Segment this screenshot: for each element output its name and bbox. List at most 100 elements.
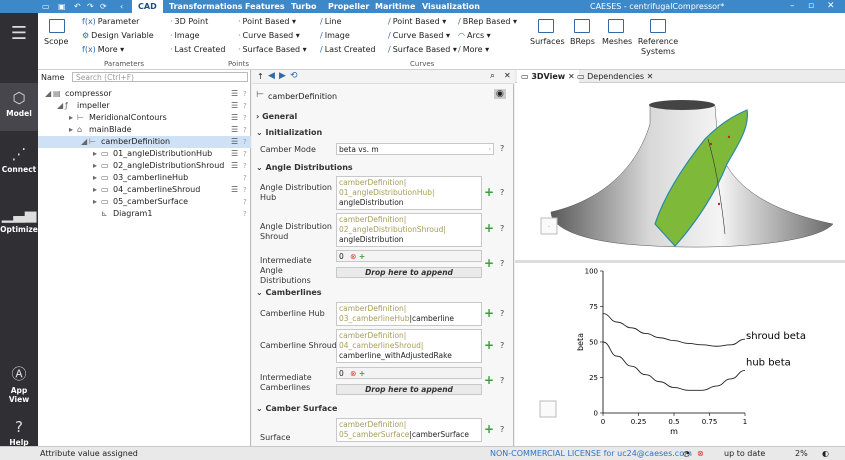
refresh-icon[interactable]: ⟳: [100, 0, 107, 13]
redo-icon[interactable]: ↷: [87, 0, 94, 13]
zoom-level[interactable]: 2%: [795, 447, 808, 460]
section-camberlines[interactable]: ⌄ Camberlines: [256, 288, 322, 297]
adh-field[interactable]: camberDefinition| 01_angleDistributionHu…: [336, 176, 482, 210]
help-icon[interactable]: ?: [243, 196, 247, 208]
add-icon[interactable]: +: [484, 339, 494, 351]
tree-item[interactable]: ◢ ▤ compressor ☰?: [38, 88, 251, 100]
tab-dependencies[interactable]: ▭ Dependencies ✕: [573, 70, 657, 83]
close-tab-icon[interactable]: ✕: [647, 72, 654, 81]
curve-curve-based-button[interactable]: / Curve Based ▾: [388, 31, 450, 41]
curve-point-based-button[interactable]: / Point Based ▾: [388, 17, 446, 27]
tree-item[interactable]: ▸ ▭ 05_camberSurface?: [38, 196, 251, 208]
remove-icon[interactable]: ⊗: [350, 369, 356, 378]
tab-turbo[interactable]: Turbo: [291, 0, 316, 13]
license-text[interactable]: NON-COMMERCIAL LICENSE for uc24@caeses.c…: [490, 447, 692, 460]
help-icon[interactable]: ?: [500, 425, 504, 434]
visibility-icon[interactable]: ◉: [494, 89, 506, 99]
drop-zone-camberlines[interactable]: Drop here to append: [336, 384, 482, 395]
section-camber-surface[interactable]: ⌄ Camber Surface: [256, 404, 337, 413]
brep-based-button[interactable]: / BRep Based ▾: [458, 17, 517, 27]
search-icon[interactable]: ⌕: [490, 71, 495, 81]
settings-icon[interactable]: ☰: [231, 136, 238, 148]
nav-back-icon[interactable]: ◀: [268, 71, 275, 81]
surface-based-point-button[interactable]: · Surface Based ▾: [238, 45, 307, 55]
minimize-icon[interactable]: –: [790, 0, 795, 13]
curve-surface-based-button[interactable]: / Surface Based ▾: [388, 45, 457, 55]
add-icon[interactable]: +: [359, 252, 365, 261]
curve-based-point-button[interactable]: · Curve Based ▾: [238, 31, 300, 41]
camber-mode-select[interactable]: beta vs. m ·: [336, 143, 494, 155]
tree-item[interactable]: ▸ ▭ 01_angleDistributionHub ☰?: [38, 148, 251, 160]
view-cube[interactable]: ·: [540, 217, 558, 235]
help-icon[interactable]: ?: [243, 136, 247, 148]
help-icon[interactable]: ?: [243, 100, 247, 112]
surface-field[interactable]: camberDefinition| 05_camberSurface|cambe…: [336, 418, 482, 442]
tab-maritime[interactable]: Maritime: [375, 0, 415, 13]
close-panel-icon[interactable]: ✕: [504, 71, 511, 80]
nav-connect[interactable]: ⋰ Connect: [0, 145, 38, 174]
remove-icon[interactable]: ⊗: [350, 252, 356, 261]
drop-zone-angle[interactable]: Drop here to append: [336, 267, 482, 278]
help-icon[interactable]: ?: [243, 112, 247, 124]
breps-button[interactable]: BReps: [568, 17, 596, 47]
point3d-button[interactable]: · 3D Point: [170, 17, 208, 27]
help-icon[interactable]: ?: [243, 124, 247, 136]
tree-item[interactable]: ▸ ▭ 03_camberlineHub?: [38, 172, 251, 184]
help-icon[interactable]: ?: [243, 160, 247, 172]
help-icon[interactable]: ?: [500, 259, 504, 268]
settings-icon[interactable]: ☰: [231, 184, 238, 196]
help-icon[interactable]: ?: [243, 184, 247, 196]
settings-icon[interactable]: ☰: [231, 148, 238, 160]
section-general[interactable]: › General: [256, 112, 297, 121]
help-icon[interactable]: ?: [243, 88, 247, 100]
settings-icon[interactable]: ☰: [231, 124, 238, 136]
point-based-button[interactable]: · Point Based ▾: [238, 17, 296, 27]
help-icon[interactable]: ?: [500, 144, 504, 153]
back-icon[interactable]: ‹: [120, 0, 123, 13]
pin-icon[interactable]: ↑: [257, 72, 264, 81]
surfaces-button[interactable]: Surfaces: [530, 17, 565, 47]
file-icon[interactable]: ▭: [42, 0, 50, 13]
scope-button[interactable]: Scope: [44, 17, 70, 47]
nav-optimize[interactable]: ▁▃▅ Optimize: [0, 205, 38, 234]
add-icon[interactable]: +: [484, 307, 494, 319]
reference-systems-button[interactable]: Reference Systems: [636, 17, 680, 57]
undo-icon[interactable]: ↶: [74, 0, 81, 13]
help-icon[interactable]: ?: [243, 208, 247, 220]
curve-last-created-button[interactable]: / Last Created: [320, 45, 376, 55]
search-input[interactable]: Search (Ctrl+F): [72, 72, 248, 82]
tree-item[interactable]: ⊾ Diagram1?: [38, 208, 251, 220]
help-icon[interactable]: ?: [243, 148, 247, 160]
tree-item[interactable]: ▸ ▭ 02_angleDistributionShroud ☰?: [38, 160, 251, 172]
tab-visualization[interactable]: Visualization: [422, 0, 480, 13]
add-icon[interactable]: +: [484, 374, 494, 386]
settings-icon[interactable]: ☰: [231, 160, 238, 172]
add-icon[interactable]: +: [484, 186, 494, 198]
line-button[interactable]: / Line: [320, 17, 341, 27]
arcs-button[interactable]: ◠ Arcs ▾: [458, 31, 491, 41]
help-icon[interactable]: ?: [500, 341, 504, 350]
parameters-more-button[interactable]: f(x) More ▾: [82, 45, 124, 55]
nav-forward-icon[interactable]: ▶: [279, 71, 286, 81]
tab-cad[interactable]: CAD: [132, 0, 163, 13]
clh-field[interactable]: camberDefinition| 03_camberlineHub|cambe…: [336, 302, 482, 326]
menu-icon[interactable]: ☰: [0, 23, 38, 44]
maximize-icon[interactable]: ▫: [808, 0, 814, 13]
point-last-created-button[interactable]: · Last Created: [170, 45, 225, 55]
help-icon[interactable]: ?: [500, 224, 504, 233]
settings-icon[interactable]: ☰: [231, 112, 238, 124]
add-icon[interactable]: +: [484, 423, 494, 435]
ads-field[interactable]: camberDefinition| 02_angleDistributionSh…: [336, 213, 482, 247]
add-icon[interactable]: +: [484, 257, 494, 269]
curves-more-button[interactable]: / More ▾: [458, 45, 489, 55]
tree-item[interactable]: ▸ ⌂ mainBlade ☰?: [38, 124, 251, 136]
tab-propeller[interactable]: Propeller: [328, 0, 369, 13]
help-icon[interactable]: ?: [243, 172, 247, 184]
3d-viewport[interactable]: ·: [515, 84, 845, 260]
help-icon[interactable]: ?: [500, 376, 504, 385]
error-icon[interactable]: ⊗: [697, 447, 704, 460]
add-icon[interactable]: +: [359, 369, 365, 378]
tab-3dview[interactable]: ▭ 3DView ✕: [517, 70, 579, 83]
save-icon[interactable]: ▣: [58, 0, 66, 13]
sync-icon[interactable]: ⟲: [290, 71, 298, 81]
